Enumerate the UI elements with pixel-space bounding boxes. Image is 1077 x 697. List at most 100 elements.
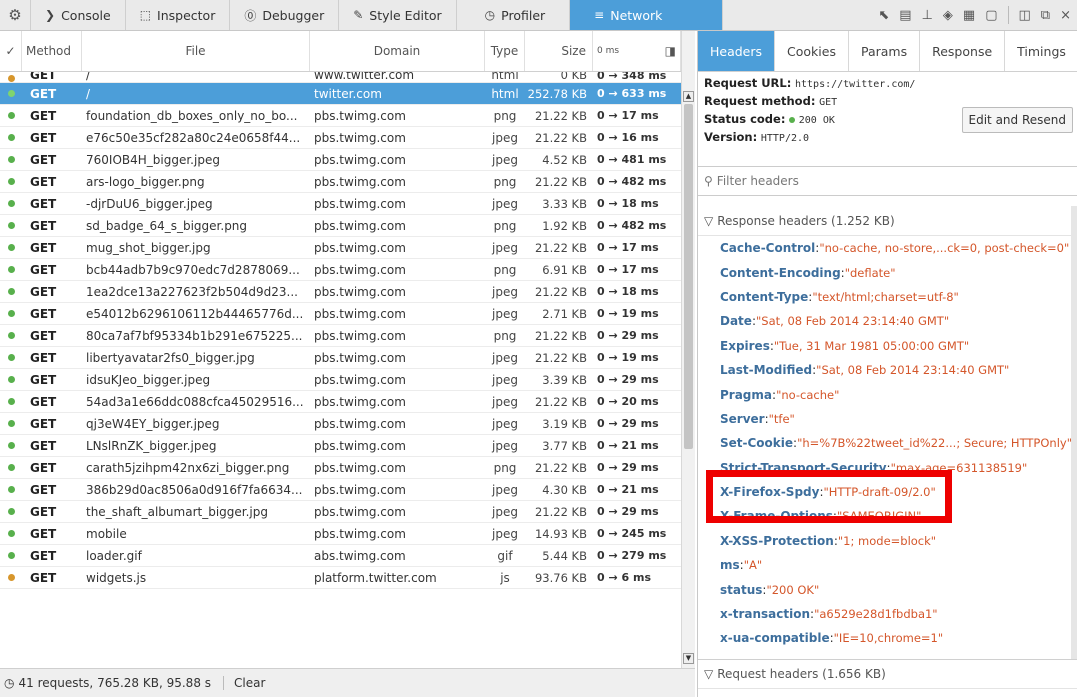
size-cell: 1.92 KB (542, 218, 587, 233)
scroll-down-icon[interactable]: ▼ (683, 653, 694, 664)
table-row[interactable]: GET 54ad3a1e66ddc088cfca45029516... pbs.tw… (0, 391, 681, 413)
table-row[interactable]: GET / twitter.com html 252.78 KB 0 → 633 ms (0, 83, 681, 105)
tab-cookies[interactable]: Cookies (775, 31, 849, 71)
scratchpad-icon[interactable]: ▢ (985, 8, 997, 23)
request-summary[interactable]: 41 requests, 765.28 KB, 95.88 s (18, 676, 211, 690)
type-cell: gif (497, 548, 513, 563)
header-row[interactable]: Expires: "Tue, 31 Mar 1981 05:00:00 GMT" (720, 334, 1077, 358)
header-row[interactable]: x-transaction: "a6529e28d1fbdba1" (720, 602, 1077, 626)
table-row[interactable]: GET 760IOB4H_bigger.jpeg pbs.twimg.com jpeg… (0, 149, 681, 171)
pick-element-icon[interactable]: ⬉ (878, 8, 889, 23)
header-row[interactable]: Strict-Transport-Security: "max-age=6311… (720, 456, 1077, 480)
status-dot (7, 156, 15, 163)
table-row[interactable]: GET / www.twitter.com html 0 KB 0 → 348 … (0, 72, 681, 83)
header-row[interactable]: X-Firefox-Spdy: "HTTP-draft-09/2.0" (720, 480, 1077, 504)
table-row[interactable]: GET idsuKJeo_bigger.jpeg pbs.twimg.com jpeg… (0, 369, 681, 391)
filter-headers-input[interactable]: ⚲ Filter headers (698, 166, 1077, 196)
time-cell: 0 → 17 ms (597, 109, 659, 122)
table-row[interactable]: GET qj3eW4EY_bigger.jpeg pbs.twimg.com jpeg… (0, 413, 681, 435)
table-row[interactable]: GET loader.gif abs.twimg.com gif 5.44 KB 0 → … (0, 545, 681, 567)
paint-flashing-icon[interactable]: ▦ (963, 8, 975, 23)
request-details-panel: Headers Cookies Params Response Timings … (697, 31, 1077, 697)
details-scrollbar[interactable] (1071, 206, 1077, 661)
table-row[interactable]: GET bcb44adb7b9c970edc7d2878069... pbs.twi… (0, 259, 681, 281)
header-name: Pragma (720, 387, 773, 402)
tab-network[interactable]: ≡ Network (570, 0, 724, 30)
table-row[interactable]: GET mug_shot_bigger.jpg pbs.twimg.com jpeg 2… (0, 237, 681, 259)
tab-params[interactable]: Params (849, 31, 921, 71)
filter-placeholder: Filter headers (716, 174, 799, 188)
header-row[interactable]: ms: "A" (720, 553, 1077, 577)
table-row[interactable]: GET libertyavatar2fs0_bigger.jpg pbs.twimg… (0, 347, 681, 369)
table-row[interactable]: GET LNslRnZK_bigger.jpeg pbs.twimg.com jpeg… (0, 435, 681, 457)
edit-resend-button[interactable]: Edit and Resend (961, 107, 1073, 133)
header-name: X-Frame-Options (720, 509, 833, 524)
status-cell (0, 127, 22, 148)
header-name: Content-Encoding (720, 265, 841, 280)
table-row[interactable]: GET e76c50e35cf282a80c24e0658f44... pbs.tw… (0, 127, 681, 149)
header-row[interactable]: X-Frame-Options: "SAMEORIGIN" (720, 504, 1077, 528)
status-cell (0, 259, 22, 280)
table-row[interactable]: GET foundation_db_boxes_only_no_bo... pbs.… (0, 105, 681, 127)
scrollbar-thumb[interactable] (684, 104, 693, 449)
table-row[interactable]: GET sd_badge_64_s_bigger.png pbs.twimg.com… (0, 215, 681, 237)
size-cell: 5.44 KB (542, 548, 587, 563)
tab-console[interactable]: ❯ Console (31, 0, 126, 30)
header-row[interactable]: Cache-Control: "no-cache, no-store,...ck… (720, 236, 1077, 260)
method-cell: GET (30, 72, 57, 82)
gear-icon[interactable]: ⚙ (0, 0, 31, 30)
header-row[interactable]: status: "200 OK" (720, 577, 1077, 601)
tab-timings[interactable]: Timings (1005, 31, 1077, 71)
method-cell: GET (30, 86, 57, 101)
file-column-header[interactable]: File (82, 31, 310, 71)
status-column-header[interactable]: ✓ (0, 31, 22, 71)
time-cell: 0 → 18 ms (597, 197, 659, 210)
request-headers-toggle[interactable]: ▽ Request headers (1.656 KB) (698, 659, 1077, 689)
table-row[interactable]: GET carath5jzihpm42nx6zi_bigger.png pbs.tw… (0, 457, 681, 479)
tab-profiler[interactable]: ◷ Profiler (457, 0, 571, 30)
split-console-icon[interactable]: ▤ (899, 8, 911, 23)
timeline-column-header[interactable]: 0 ms ◨ (593, 31, 681, 71)
table-row[interactable]: GET mobile pbs.twimg.com jpeg 14.93 KB 0 → 24… (0, 523, 681, 545)
table-row[interactable]: GET 80ca7af7bf95334b1b291e675225... pbs.tw… (0, 325, 681, 347)
table-row[interactable]: GET 386b29d0ac8506a0d916f7fa6634... pbs.tw… (0, 479, 681, 501)
close-icon[interactable]: × (1060, 8, 1071, 23)
table-row[interactable]: GET ars-logo_bigger.png pbs.twimg.com png 21… (0, 171, 681, 193)
table-row[interactable]: GET widgets.js platform.twitter.com js 93.76… (0, 567, 681, 589)
method-column-header[interactable]: Method (22, 31, 82, 71)
table-row[interactable]: GET -djrDuU6_bigger.jpeg pbs.twimg.com jpeg… (0, 193, 681, 215)
header-row[interactable]: Set-Cookie: "h=%7B%22tweet_id%22...; Sec… (720, 431, 1077, 455)
table-row[interactable]: GET the_shaft_albumart_bigger.jpg pbs.twim… (0, 501, 681, 523)
tab-inspector[interactable]: ⬚ Inspector (126, 0, 231, 30)
clear-button[interactable]: Clear (223, 676, 275, 690)
table-row[interactable]: GET e54012b6296106112b44465776d... pbs.twi… (0, 303, 681, 325)
status-cell (0, 215, 22, 236)
undock-icon[interactable]: ⧉ (1041, 8, 1050, 23)
tab-headers[interactable]: Headers (698, 31, 776, 71)
header-row[interactable]: Content-Type: "text/html;charset=utf-8" (720, 285, 1077, 309)
scroll-up-icon[interactable]: ▲ (683, 91, 694, 102)
toggle-details-icon[interactable]: ◨ (665, 44, 676, 58)
request-list-scrollbar[interactable]: ▲ ▼ (681, 31, 695, 668)
header-row[interactable]: x-ua-compatible: "IE=10,chrome=1" (720, 626, 1077, 650)
size-column-header[interactable]: Size (525, 31, 593, 71)
header-row[interactable]: Last-Modified: "Sat, 08 Feb 2014 23:14:4… (720, 358, 1077, 382)
header-row[interactable]: X-XSS-Protection: "1; mode=block" (720, 529, 1077, 553)
3d-view-icon[interactable]: ◈ (943, 8, 953, 23)
header-row[interactable]: Content-Encoding: "deflate" (720, 260, 1077, 284)
table-row[interactable]: GET 1ea2dce13a227623f2b504d9d23... pbs.twi… (0, 281, 681, 303)
header-row[interactable]: Server: "tfe" (720, 407, 1077, 431)
tab-response[interactable]: Response (920, 31, 1006, 71)
tab-style-editor[interactable]: ✎ Style Editor (339, 0, 457, 30)
header-row[interactable]: Date: "Sat, 08 Feb 2014 23:14:40 GMT" (720, 309, 1077, 333)
header-row[interactable]: Pragma: "no-cache" (720, 382, 1077, 406)
dock-side-icon[interactable]: ◫ (1019, 8, 1031, 23)
http-version: HTTP/2.0 (760, 133, 810, 144)
type-column-header[interactable]: Type (485, 31, 525, 71)
tab-debugger[interactable]: ⓪ Debugger (230, 0, 340, 30)
response-headers-toggle[interactable]: ▽ Response headers (1.252 KB) (698, 206, 1077, 236)
network-icon: ≡ (594, 8, 605, 22)
domain-column-header[interactable]: Domain (310, 31, 485, 71)
perf-stats-icon[interactable]: ◷ (4, 676, 14, 690)
responsive-icon[interactable]: ⊥ (922, 8, 933, 23)
